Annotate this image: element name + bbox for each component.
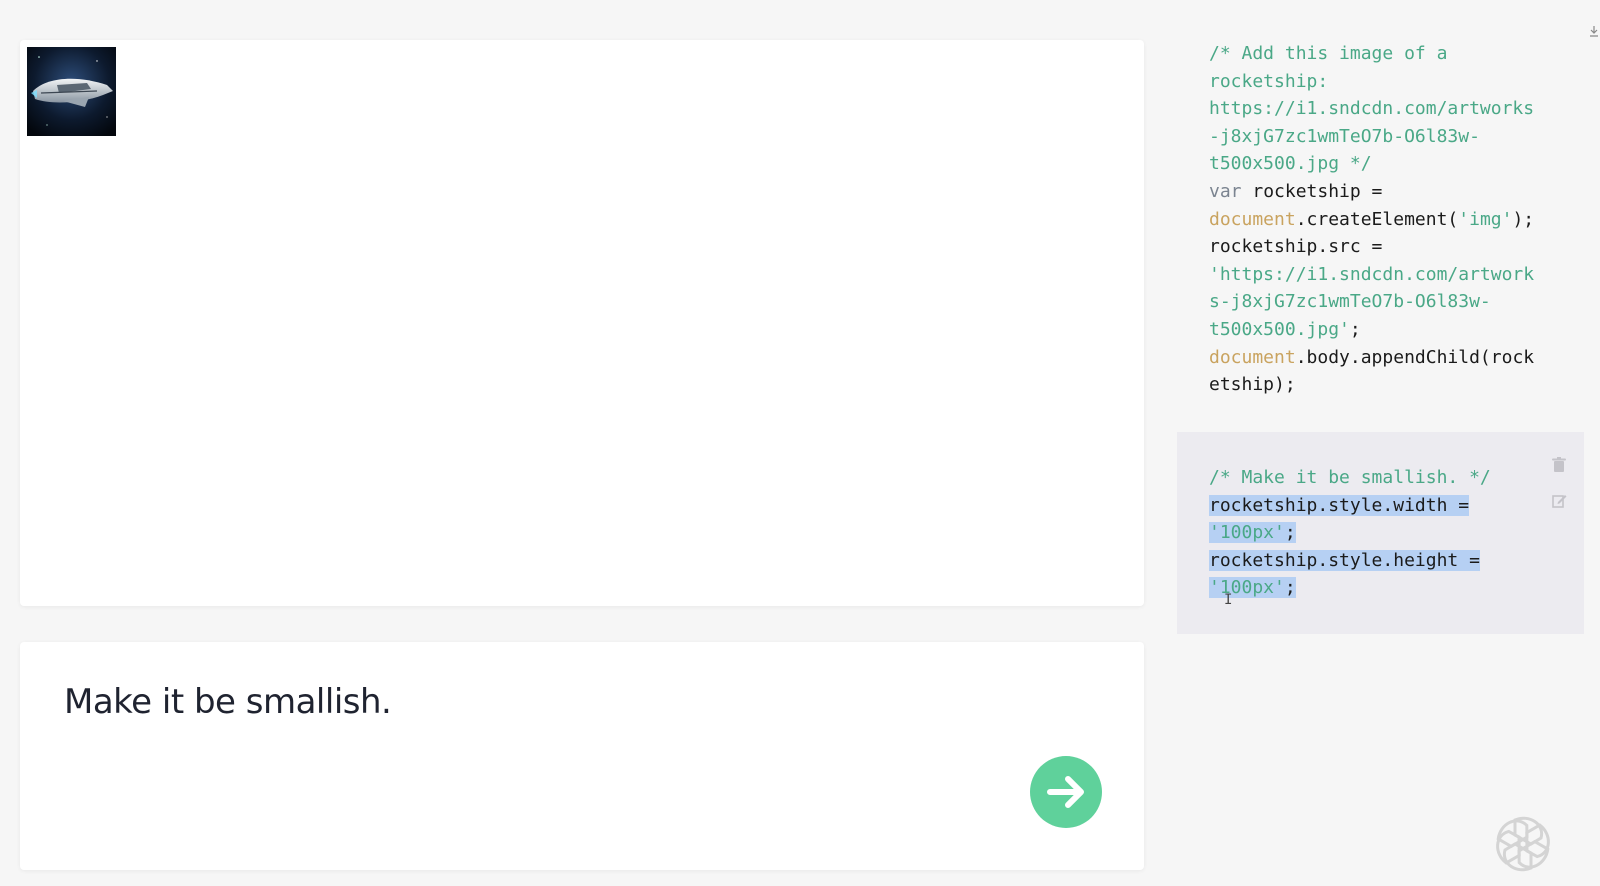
code-token: '100px'	[1209, 577, 1285, 599]
code-token: document	[1209, 208, 1296, 230]
code-token: t500x500.jpg */	[1209, 153, 1372, 175]
code-token: /* Add this image of a	[1209, 43, 1448, 64]
code-line: -j8xjG7zc1wmTeO7b-O6l83w-	[1209, 123, 1534, 151]
code-token: rocketship.style.width =	[1209, 494, 1470, 516]
code-token: 'https://i1.sndcdn.com/artwork	[1209, 263, 1535, 285]
code-line: 'https://i1.sndcdn.com/artwork	[1209, 261, 1534, 289]
code-token: '100px'	[1209, 522, 1285, 544]
code-token: t500x500.jpg'	[1209, 318, 1350, 340]
code-line: /* Add this image of a	[1209, 40, 1534, 68]
code-line: rocketship.style.width =	[1209, 492, 1491, 520]
arrow-right-icon	[1047, 776, 1084, 808]
code-line: rocketship:	[1209, 68, 1534, 96]
code-line: https://i1.sndcdn.com/artworks	[1209, 95, 1534, 123]
preview-panel	[20, 40, 1144, 606]
code-token: rocketship:	[1209, 70, 1329, 92]
code-line: t500x500.jpg */	[1209, 150, 1534, 178]
code-block-current-panel[interactable]: /* Make it be smallish. */ rocketship.sty…	[1177, 432, 1584, 634]
code-block-generated: /* Add this image of a rocketship: https:/…	[1209, 40, 1534, 399]
code-token: https://i1.sndcdn.com/artworks	[1209, 98, 1535, 120]
code-line: s-j8xjG7zc1wmTeO7b-O6l83w-	[1209, 288, 1534, 316]
code-token: ;	[1349, 318, 1361, 340]
code-token: ;	[1284, 577, 1296, 599]
code-token: rocketship.style.height =	[1209, 549, 1480, 571]
code-token: document	[1209, 346, 1296, 368]
openai-logo-icon	[1487, 808, 1559, 885]
code-line: document.body.appendChild(rock	[1209, 344, 1534, 372]
code-line: /* Make it be smallish. */	[1209, 464, 1491, 492]
code-line: etship);	[1209, 371, 1534, 399]
code-token: );	[1512, 208, 1535, 230]
code-block-current[interactable]: /* Make it be smallish. */ rocketship.sty…	[1209, 464, 1491, 602]
edit-icon[interactable]	[1552, 493, 1567, 513]
code-line: '100px';	[1209, 574, 1491, 602]
rocketship-image-art	[27, 47, 116, 136]
code-token: .createElement(	[1295, 208, 1459, 230]
code-token: var	[1209, 180, 1242, 202]
code-token: ;	[1284, 522, 1296, 544]
code-token: /* Make it be smallish. */	[1209, 467, 1491, 488]
code-token: rocketship =	[1241, 180, 1383, 202]
code-token: etship);	[1209, 374, 1296, 396]
code-line: var rocketship =	[1209, 178, 1534, 206]
code-line: '100px';	[1209, 519, 1491, 547]
trash-icon[interactable]	[1552, 457, 1566, 478]
code-line: rocketship.src =	[1209, 233, 1534, 261]
code-line: document.createElement('img');	[1209, 206, 1534, 234]
code-token: .body.appendChild(rock	[1295, 346, 1535, 368]
code-token: -j8xjG7zc1wmTeO7b-O6l83w-	[1209, 125, 1480, 147]
code-line: t500x500.jpg';	[1209, 316, 1534, 344]
download-icon[interactable]	[1590, 24, 1598, 42]
text-cursor-icon: I	[1224, 592, 1233, 608]
code-token: rocketship.src =	[1209, 236, 1383, 258]
prompt-panel[interactable]: Make it be smallish.	[20, 642, 1144, 870]
code-line: rocketship.style.height =	[1209, 547, 1491, 575]
code-token: s-j8xjG7zc1wmTeO7b-O6l83w-	[1209, 291, 1491, 313]
rocketship-image	[27, 47, 116, 136]
submit-button[interactable]	[1030, 756, 1102, 828]
code-token: 'img'	[1458, 208, 1513, 230]
prompt-text[interactable]: Make it be smallish.	[64, 682, 392, 722]
